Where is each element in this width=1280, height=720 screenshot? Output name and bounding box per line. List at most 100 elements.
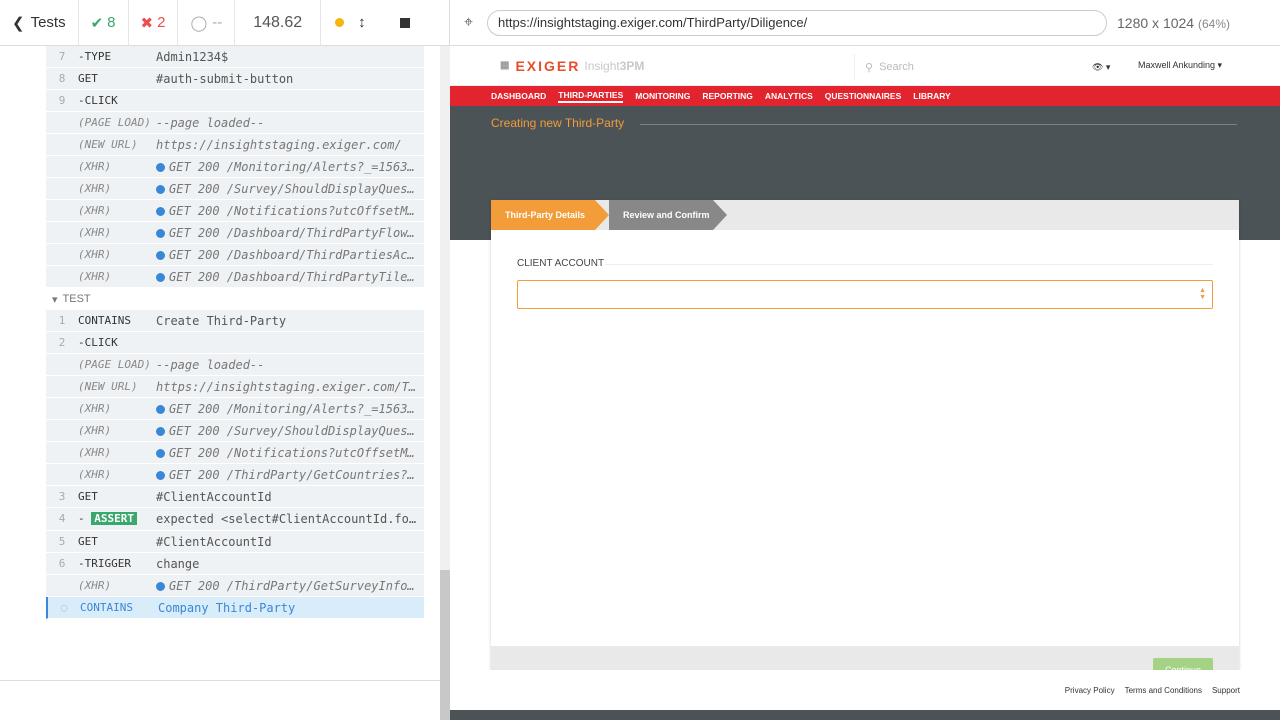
command-row[interactable]: 8 GET #auth-submit-button — [46, 68, 424, 90]
eye-icon[interactable]: 👁 ▾ — [1092, 62, 1110, 73]
app-header: ▦ EXIGER Insight3PM ⚲ Search 👁 ▾ Maxwell… — [450, 46, 1280, 86]
command-log-footer — [0, 680, 440, 720]
assert-row[interactable]: 4 - ASSERT expected <select#ClientAccountI… — [46, 508, 424, 531]
command-message: GET 200 /Monitoring/Alerts?_=1563… — [156, 402, 424, 416]
chevron-left-icon: ❮ — [12, 14, 25, 32]
nav-item-reporting[interactable]: REPORTING — [702, 91, 753, 101]
command-name: (XHR) — [78, 160, 112, 173]
xhr-dot-icon — [156, 184, 165, 194]
xhr-dot-icon — [156, 250, 165, 260]
command-message: https://insightstaging.exiger.com/ — [156, 137, 402, 152]
passed-value: 8 — [107, 14, 116, 31]
command-message: change — [156, 556, 200, 571]
command-row[interactable]: 6 -TRIGGER change — [46, 553, 424, 575]
command-name: - ASSERT — [78, 510, 156, 525]
footer-link-2[interactable]: Support — [1212, 686, 1240, 695]
scroll-toggle-icon[interactable]: ↕ — [358, 14, 366, 31]
command-row[interactable]: (XHR) GET 200 /Dashboard/ThirdPartiesAc… — [46, 244, 424, 266]
command-row[interactable]: 1 CONTAINS Create Third-Party — [46, 310, 424, 332]
command-row[interactable]: (XHR) GET 200 /Survey/ShouldDisplayQues… — [46, 178, 424, 200]
xhr-message: GET 200 /Monitoring/Alerts?_=1563… — [169, 159, 415, 174]
runner-stats: ❮ Tests ✔ 8 ✖ 2 ◯ -- 148.62 ↕ — [0, 0, 450, 46]
command-log-scrollbar[interactable] — [440, 46, 450, 720]
xhr-dot-icon — [156, 581, 165, 591]
command-number: 8 — [58, 72, 66, 85]
command-message: GET 200 /Dashboard/ThirdPartiesAc… — [156, 248, 424, 262]
nav-item-questionnaires[interactable]: QUESTIONNAIRES — [825, 91, 902, 101]
nav-item-third-parties[interactable]: THIRD-PARTIES — [558, 90, 624, 103]
xhr-message: GET 200 /ThirdParty/GetCountries?… — [169, 467, 415, 482]
step-review-confirm[interactable]: Review and Confirm — [609, 200, 727, 230]
search-input[interactable]: ⚲ Search — [854, 54, 1074, 80]
command-row[interactable]: (XHR) GET 200 /Notifications?utcOffsetM… — [46, 442, 424, 464]
nav-item-monitoring[interactable]: MONITORING — [635, 91, 690, 101]
xhr-dot-icon — [156, 162, 165, 172]
command-row[interactable]: 9 -CLICK — [46, 90, 424, 112]
x-icon: ✖ — [140, 14, 154, 32]
command-name: CONTAINS — [80, 601, 133, 614]
client-account-label: CLIENT ACCOUNT — [517, 258, 605, 269]
command-row[interactable]: (XHR) GET 200 /Dashboard/ThirdPartyTile… — [46, 266, 424, 288]
command-row[interactable]: (XHR) GET 200 /Survey/ShouldDisplayQues… — [46, 420, 424, 442]
selector-playground-icon[interactable]: ⌖ — [464, 14, 473, 32]
scrollbar-thumb[interactable] — [440, 570, 450, 720]
command-row[interactable]: 2 -CLICK — [46, 332, 424, 354]
command-row[interactable]: (PAGE LOAD) --page loaded-- — [46, 354, 424, 376]
command-row[interactable]: (NEW URL) https://insightstaging.exiger.c… — [46, 134, 424, 156]
step-third-party-details[interactable]: Third-Party Details — [491, 200, 609, 230]
command-row[interactable]: (PAGE LOAD) --page loaded-- — [46, 112, 424, 134]
command-number: 5 — [58, 535, 66, 548]
command-message: GET 200 /ThirdParty/GetSurveyInfo… — [156, 579, 424, 593]
command-row[interactable]: (XHR) GET 200 /ThirdParty/GetCountries?… — [46, 464, 424, 486]
user-name: Maxwell Ankunding — [1138, 60, 1216, 70]
stop-icon[interactable] — [399, 17, 410, 28]
test-header[interactable]: ▾ TEST — [46, 288, 424, 310]
xhr-message: GET 200 /Dashboard/ThirdPartyFlow… — [169, 225, 415, 240]
nav-item-dashboard[interactable]: DASHBOARD — [491, 91, 546, 101]
command-message: GET 200 /Survey/ShouldDisplayQues… — [156, 424, 424, 438]
command-row[interactable]: 3 GET #ClientAccountId — [46, 486, 424, 508]
command-number: 9 — [58, 94, 66, 107]
nav-item-analytics[interactable]: ANALYTICS — [765, 91, 813, 101]
footer-link-0[interactable]: Privacy Policy — [1065, 686, 1115, 695]
circle-icon: ◯ — [190, 14, 208, 32]
command-row[interactable]: (XHR) GET 200 /Monitoring/Alerts?_=1563… — [46, 398, 424, 420]
command-name: -TRIGGER — [78, 557, 131, 570]
command-row[interactable]: 7 -TYPE Admin1234$ — [46, 46, 424, 68]
user-menu[interactable]: Maxwell Ankunding ▾ — [1138, 60, 1222, 71]
xhr-message: GET 200 /Survey/ShouldDisplayQues… — [169, 181, 415, 196]
xhr-message: GET 200 /Survey/ShouldDisplayQues… — [169, 423, 415, 438]
run-controls: ↕ — [321, 0, 424, 46]
command-number: 3 — [58, 490, 66, 503]
command-row[interactable]: 5 GET #ClientAccountId — [46, 531, 424, 553]
exiger-logo[interactable]: ▦ EXIGER Insight3PM — [500, 58, 644, 74]
command-message: GET 200 /Dashboard/ThirdPartyTile… — [156, 270, 424, 284]
pending-count: ◯ -- — [178, 0, 236, 46]
command-log: 7 -TYPE Admin1234$ 8 GET #auth-submit-button 9… — [0, 46, 440, 680]
caret-down-icon: ▾ — [52, 293, 58, 306]
command-row[interactable]: (XHR) GET 200 /ThirdParty/GetSurveyInfo… — [46, 575, 424, 597]
aut-toolbar: ⌖ https://insightstaging.exiger.com/Thir… — [450, 0, 1280, 46]
command-number: 4 — [58, 512, 66, 525]
label-divider — [605, 264, 1213, 265]
command-name: (XHR) — [78, 579, 112, 592]
command-message: #ClientAccountId — [156, 534, 272, 549]
client-account-select[interactable]: ▲ ▼ — [517, 280, 1213, 309]
command-row[interactable]: (XHR) GET 200 /Notifications?utcOffsetM… — [46, 200, 424, 222]
command-name: (PAGE LOAD) — [78, 116, 151, 129]
command-message: GET 200 /Survey/ShouldDisplayQues… — [156, 182, 424, 196]
url-bar[interactable]: https://insightstaging.exiger.com/ThirdP… — [487, 9, 1108, 36]
active-command-row[interactable]: ◌ CONTAINS Company Third-Party — [46, 597, 424, 619]
bottom-bar — [450, 710, 1280, 720]
command-row[interactable]: (NEW URL) https://insightstaging.exiger.c… — [46, 376, 424, 398]
nav-item-library[interactable]: LIBRARY — [913, 91, 950, 101]
footer-link-1[interactable]: Terms and Conditions — [1125, 686, 1202, 695]
app-under-test: ▦ EXIGER Insight3PM ⚲ Search 👁 ▾ Maxwell… — [450, 46, 1280, 720]
spinner-icon: ◌ — [60, 601, 68, 614]
command-name: GET — [78, 490, 98, 503]
tests-button[interactable]: ❮ Tests — [0, 0, 79, 46]
command-name: (XHR) — [78, 270, 112, 283]
test-header-label: TEST — [62, 293, 91, 305]
command-row[interactable]: (XHR) GET 200 /Monitoring/Alerts?_=1563… — [46, 156, 424, 178]
command-row[interactable]: (XHR) GET 200 /Dashboard/ThirdPartyFlow… — [46, 222, 424, 244]
